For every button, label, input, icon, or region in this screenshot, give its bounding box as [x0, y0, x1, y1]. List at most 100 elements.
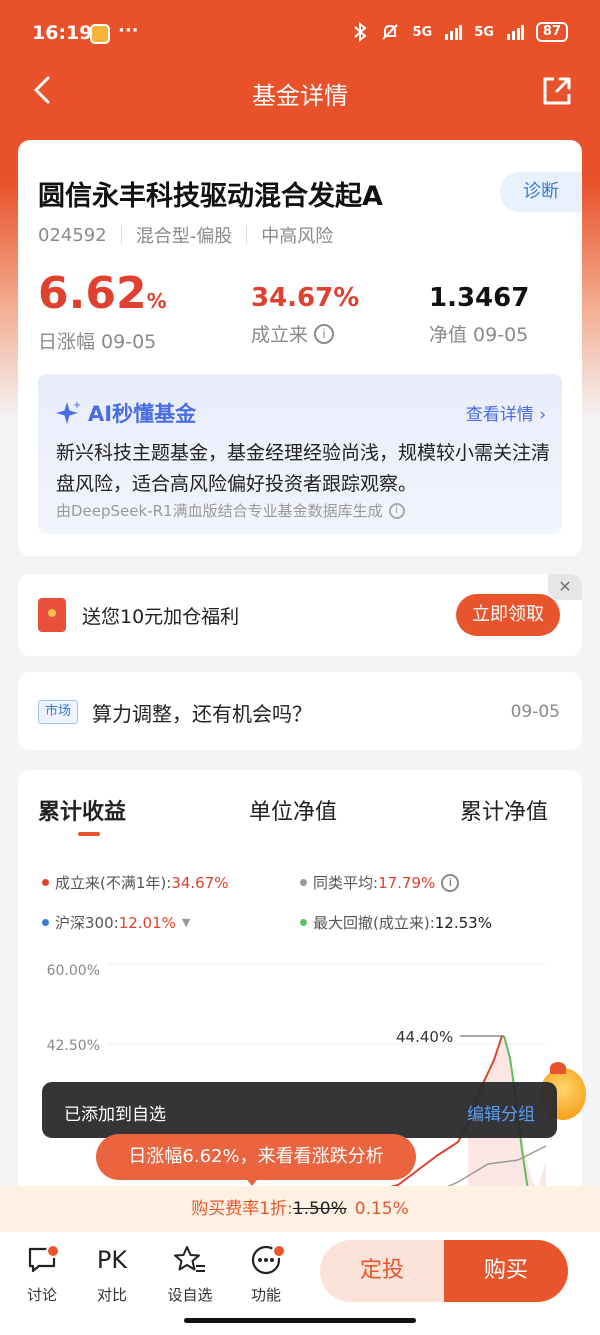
- ai-source-text: 由DeepSeek-R1满血版结合专业基金数据库生成: [56, 502, 383, 520]
- ai-title-text: AI秒懂基金: [88, 402, 197, 426]
- tool-label: 讨论: [26, 1286, 57, 1304]
- ai-title: AI秒懂基金: [56, 398, 196, 428]
- pk-icon: PK: [96, 1246, 128, 1274]
- claim-button[interactable]: 立即领取: [456, 594, 560, 636]
- star-list-icon: [174, 1246, 205, 1272]
- fee-bar: 购买费率1折:1.50% 0.15%: [0, 1186, 600, 1232]
- notification-dot: [272, 1244, 286, 1258]
- chevron-right-icon: ›: [539, 405, 546, 425]
- status-time: 16:19: [32, 22, 93, 44]
- legend-label: 沪深300:: [55, 914, 119, 932]
- signal-bars-icon: [445, 25, 463, 40]
- daily-change-value: 6.62: [38, 268, 147, 319]
- info-icon[interactable]: i: [314, 323, 335, 344]
- nav-metric: 1.3467 净值 09-05: [429, 284, 529, 347]
- close-icon[interactable]: ✕: [548, 574, 582, 600]
- legend-since-inception: 成立来(不满1年): 34.67%: [42, 872, 229, 893]
- y-tick-label: 60.00%: [47, 963, 100, 979]
- fund-code: 024592: [38, 224, 107, 246]
- fund-summary-card: 圆信永丰科技驱动混合发起A 诊断 024592 混合型-偏股 中高风险 6.62…: [18, 140, 582, 372]
- notification-dot: [46, 1244, 60, 1258]
- discuss-button[interactable]: 讨论: [12, 1242, 72, 1305]
- legend-value: 12.01%: [118, 913, 176, 932]
- legend-value: 12.53%: [434, 913, 492, 932]
- divider: [246, 226, 248, 244]
- legend-label: 最大回撤(成立来):: [313, 914, 435, 932]
- y-tick-label: 42.50%: [47, 1038, 100, 1054]
- legend-peer-average: 同类平均: 17.79% i: [300, 872, 460, 893]
- legend-value: 17.79%: [378, 873, 436, 892]
- tool-label: 设自选: [167, 1286, 213, 1304]
- toast-text: 已添加到自选: [64, 1105, 166, 1125]
- promo-card: 送您10元加仓福利 立即领取 ✕: [18, 574, 582, 656]
- buy-button[interactable]: 购买: [444, 1240, 568, 1302]
- legend-csi300[interactable]: 沪深300: 12.01% ▼: [42, 912, 190, 933]
- bluetooth-icon: [354, 22, 368, 42]
- legend-dot: [300, 919, 307, 926]
- nav-bar: 基金详情: [0, 66, 600, 116]
- auto-invest-button[interactable]: 定投: [320, 1240, 444, 1302]
- since-inception-metric[interactable]: 34.67% 成立来 i: [251, 284, 359, 347]
- fund-name: 圆信永丰科技驱动混合发起A: [38, 181, 383, 212]
- legend-value: 34.67%: [171, 873, 229, 892]
- daily-change-label: 日涨幅 09-05: [38, 331, 157, 353]
- news-date: 09-05: [510, 702, 560, 722]
- ai-summary-card: AI秒懂基金 查看详情 › 新兴科技主题基金，基金经理经验尚浅，规模较小需关注清…: [18, 372, 582, 556]
- tool-label: 对比: [96, 1286, 127, 1304]
- news-card[interactable]: 市场 算力调整，还有机会吗？ 09-05: [18, 672, 582, 750]
- share-icon[interactable]: [540, 74, 574, 108]
- legend-max-drawdown: 最大回撤(成立来): 12.53%: [300, 912, 492, 933]
- active-tab-indicator: [78, 832, 100, 836]
- tool-label: 功能: [250, 1286, 281, 1304]
- toast-added-to-watchlist: 已添加到自选 编辑分组: [42, 1082, 557, 1138]
- tab-unit-nav[interactable]: 单位净值: [249, 794, 337, 826]
- app-notification-icon: [90, 24, 110, 44]
- chart-tabs: 累计收益 单位净值 累计净值: [18, 794, 582, 844]
- legend-label: 同类平均:: [313, 874, 379, 892]
- compare-button[interactable]: PK 对比: [82, 1242, 142, 1305]
- status-bar: 16:19 ··· 5G 5G 87: [0, 0, 600, 66]
- add-watchlist-button[interactable]: 设自选: [160, 1242, 220, 1305]
- news-title: 算力调整，还有机会吗？: [92, 702, 312, 726]
- edit-group-link[interactable]: 编辑分组: [467, 1100, 535, 1125]
- page-title: 基金详情: [252, 82, 348, 110]
- nav-value: 1.3467: [429, 283, 530, 313]
- red-envelope-icon: [38, 598, 66, 632]
- legend-dot: [42, 919, 49, 926]
- bottom-action-bar: 讨论 PK 对比 设自选 功能 定投 购买: [0, 1232, 600, 1335]
- info-icon[interactable]: i: [388, 502, 405, 519]
- fund-type: 混合型-偏股: [135, 226, 233, 247]
- dropdown-caret-icon[interactable]: ▼: [182, 916, 190, 929]
- info-icon[interactable]: i: [441, 873, 460, 892]
- sparkle-icon: [56, 401, 81, 424]
- signal-bars-icon: [506, 25, 524, 40]
- functions-button[interactable]: 功能: [236, 1242, 296, 1305]
- divider: [120, 226, 122, 244]
- ai-summary-text: 新兴科技主题基金，基金经理经验尚浅，规模较小需关注清盘风险，适合高风险偏好投资者…: [56, 442, 551, 495]
- since-inception-label: 成立来: [251, 324, 309, 346]
- fund-meta: 024592 混合型-偏股 中高风险: [38, 222, 333, 248]
- since-inception-value: 34.67%: [251, 283, 360, 313]
- legend-dot: [300, 879, 307, 886]
- legend-dot: [42, 879, 49, 886]
- ai-details-link[interactable]: 查看详情 ›: [466, 400, 546, 425]
- bubble-tail: [244, 1176, 260, 1186]
- home-indicator: [184, 1318, 416, 1323]
- status-icons: 5G 5G 87: [352, 22, 568, 42]
- fund-risk: 中高风险: [261, 226, 334, 247]
- diagnose-button[interactable]: 诊断: [500, 172, 582, 212]
- analysis-bubble[interactable]: 日涨幅6.62%，来看看涨跌分析: [96, 1134, 416, 1180]
- legend-label: 成立来(不满1年):: [55, 874, 172, 892]
- tab-cumulative-nav[interactable]: 累计净值: [460, 794, 548, 826]
- signal-5g-2: 5G: [474, 24, 494, 40]
- signal-5g-1: 5G: [412, 24, 433, 40]
- promo-text: 送您10元加仓福利: [82, 606, 240, 628]
- tab-cumulative-return[interactable]: 累计收益: [38, 794, 126, 826]
- daily-change-unit: %: [146, 289, 167, 313]
- peak-annotation: 44.40%: [396, 1028, 453, 1046]
- daily-change-metric: 6.62% 日涨幅 09-05: [38, 272, 167, 354]
- ai-summary-panel[interactable]: AI秒懂基金 查看详情 › 新兴科技主题基金，基金经理经验尚浅，规模较小需关注清…: [38, 374, 562, 534]
- ai-details-label: 查看详情: [465, 405, 534, 425]
- fee-new: 0.15%: [354, 1199, 409, 1219]
- fee-prefix: 购买费率1折:: [191, 1199, 293, 1219]
